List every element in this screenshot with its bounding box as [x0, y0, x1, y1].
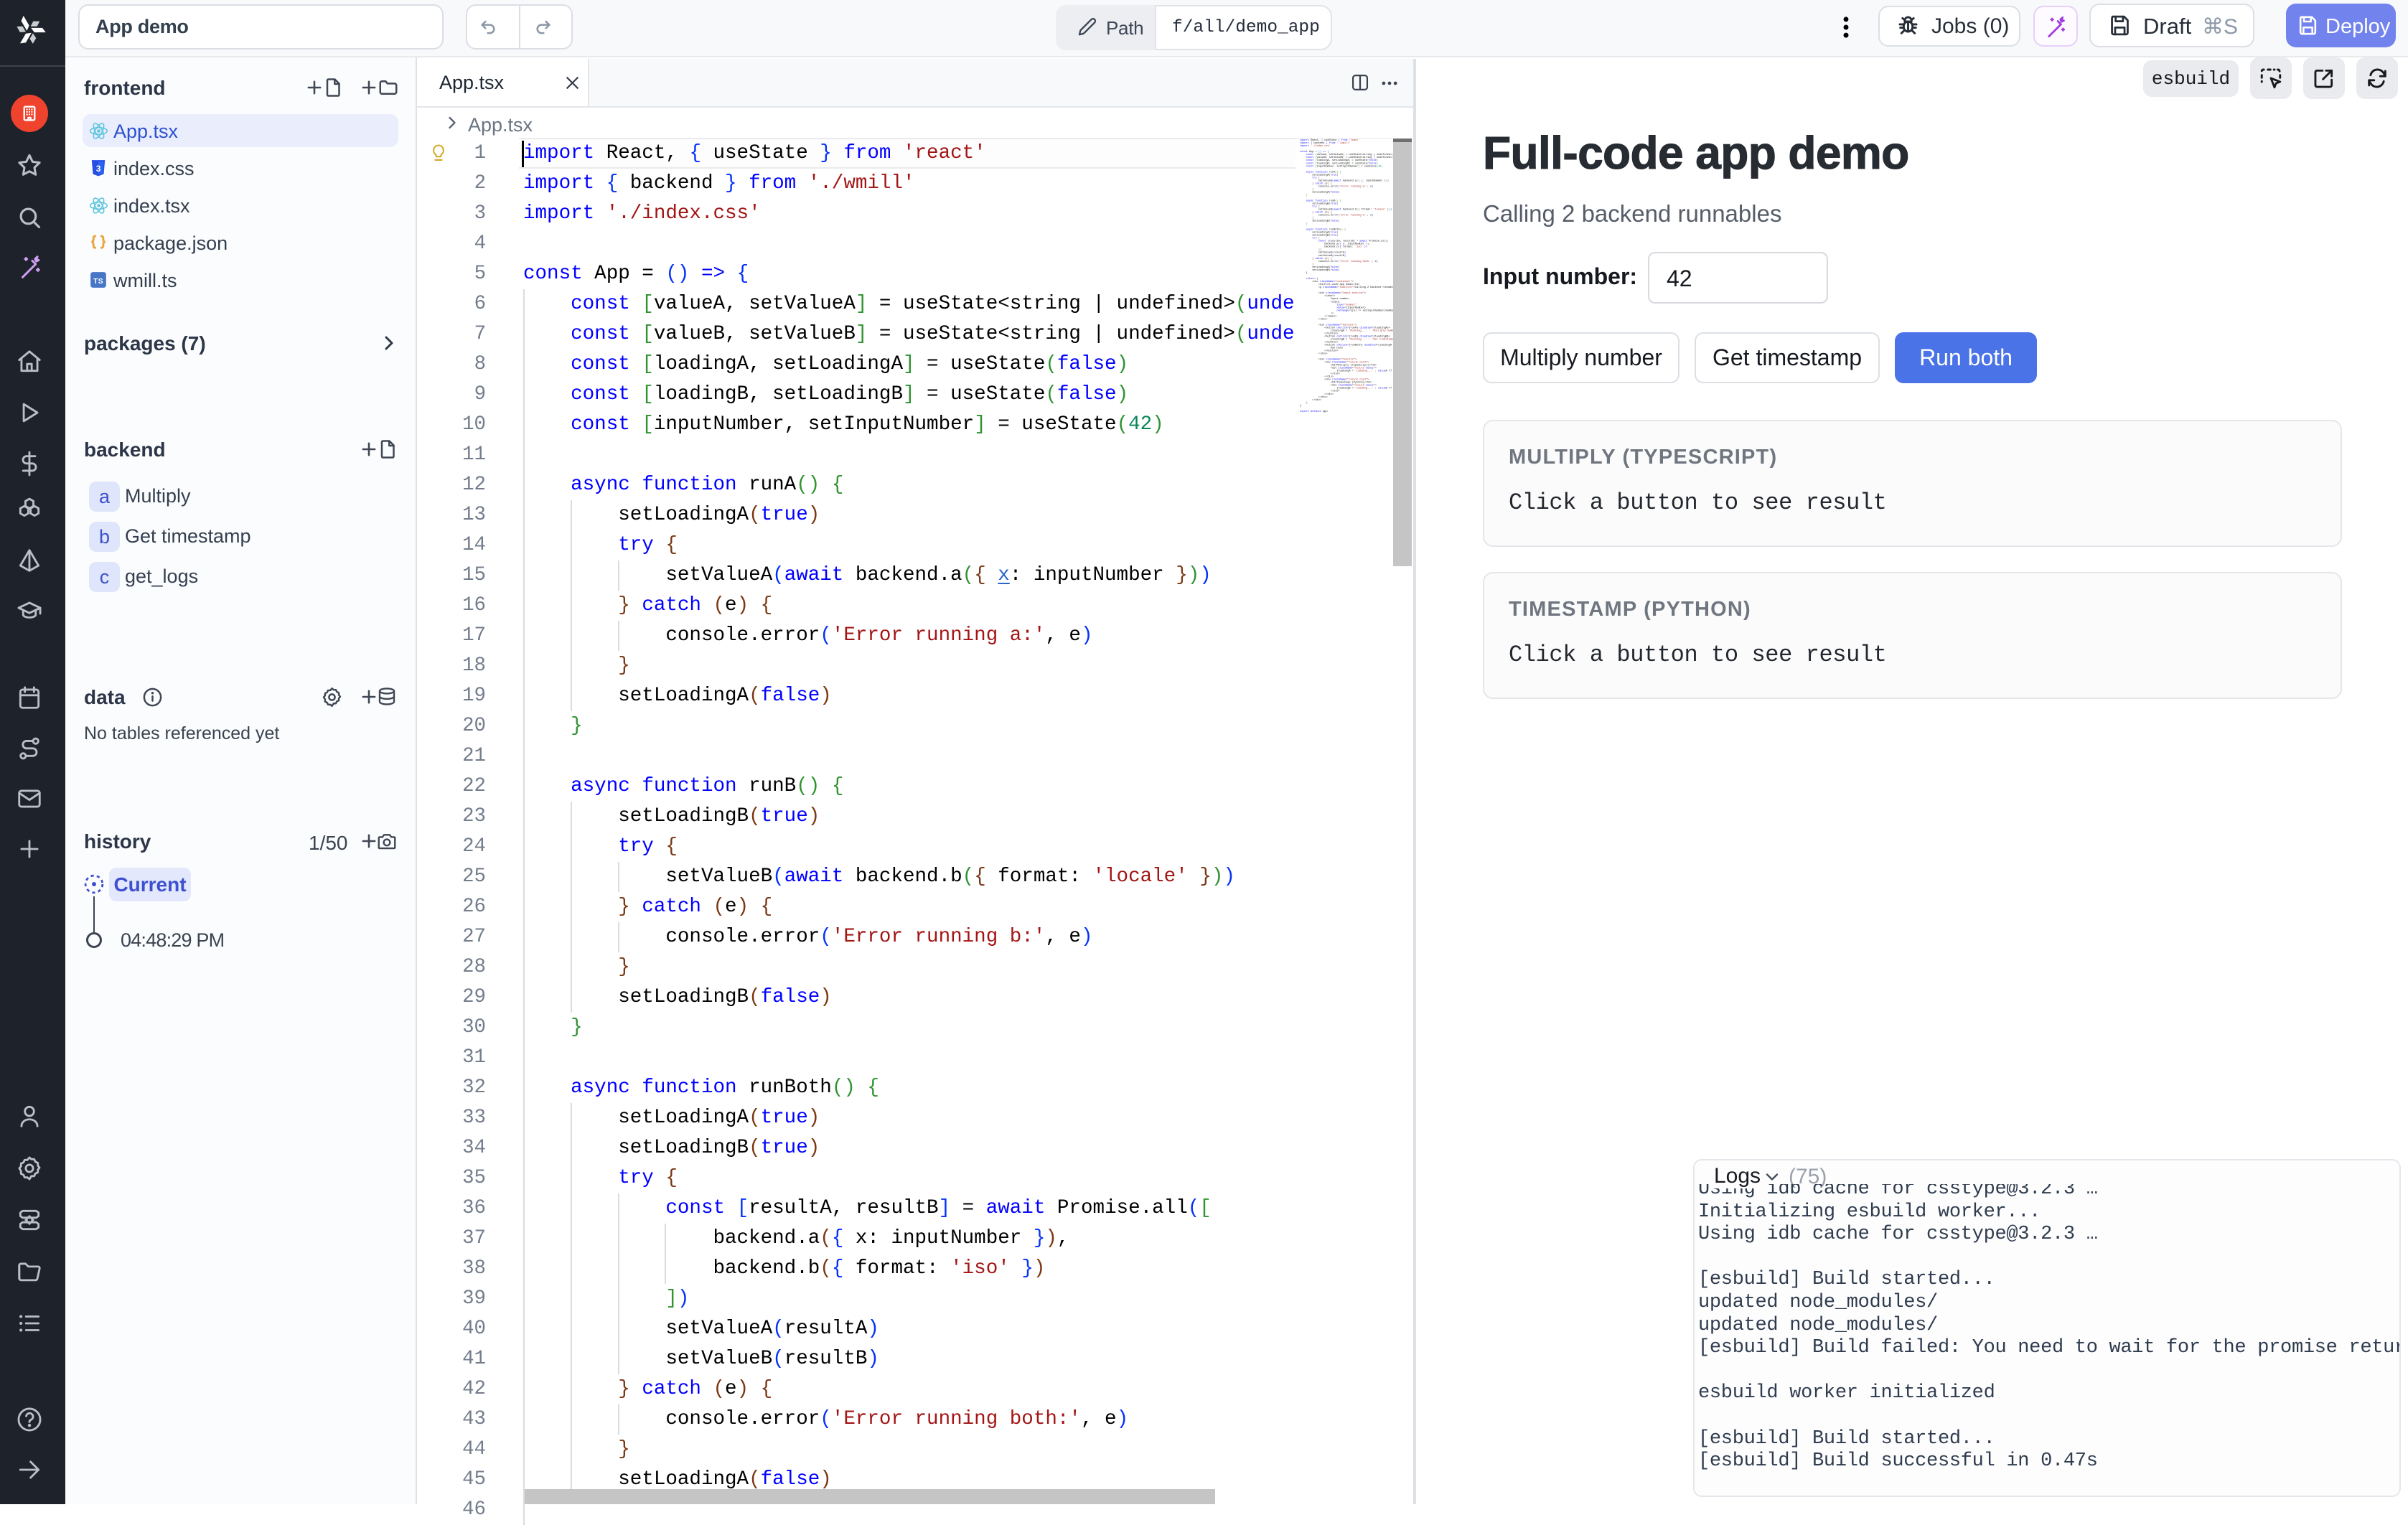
svg-text:3: 3 — [96, 164, 101, 174]
svg-text:TS: TS — [93, 278, 103, 286]
